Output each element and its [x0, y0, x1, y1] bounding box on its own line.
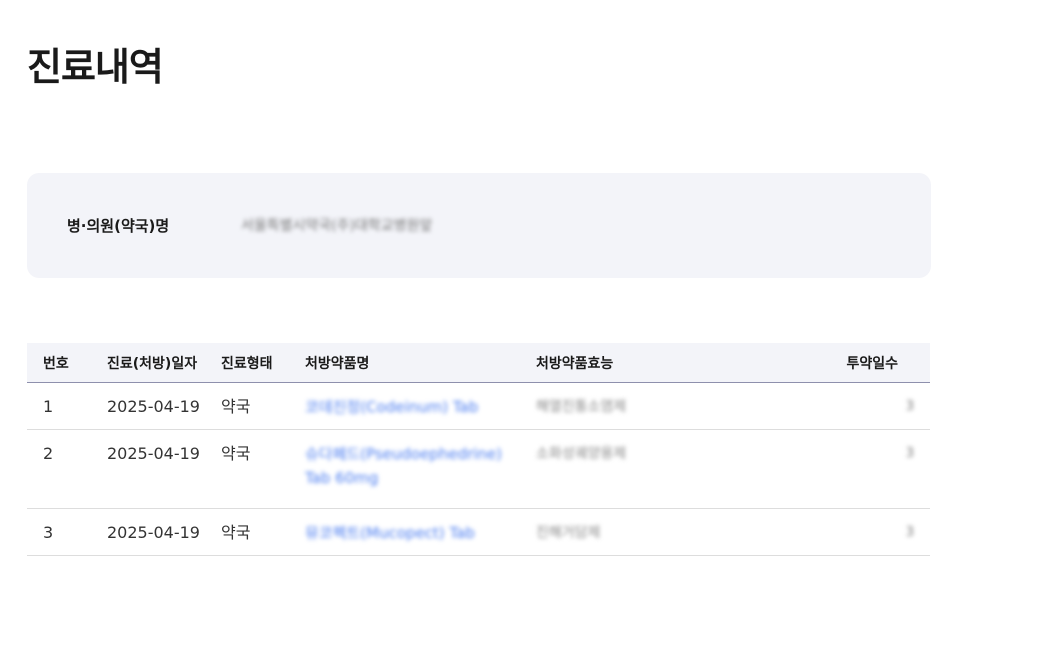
cell-drug[interactable]: 슈다페드(Pseudoephedrine) Tab 60mg [289, 429, 520, 509]
page-title: 진료내역 [27, 45, 164, 89]
days-value: 3 [905, 399, 914, 414]
cell-no: 3 [27, 508, 91, 556]
cell-type: 약국 [205, 382, 289, 430]
drug-name-link[interactable]: 뮤코펙트(Mucopect) Tab [305, 521, 475, 545]
cell-drug[interactable]: 뮤코펙트(Mucopect) Tab [289, 508, 520, 556]
cell-days: 3 [750, 382, 930, 430]
provider-name-blurred: 서울특별시약국(주)대학교병원앞 [241, 218, 433, 234]
cell-days: 3 [750, 429, 930, 509]
cell-date: 2025-04-19 [91, 429, 205, 509]
cell-effect: 소화성궤양용제 [520, 429, 750, 509]
header-no: 번호 [27, 343, 91, 383]
header-days: 투약일수 [750, 343, 930, 383]
table-row: 1 2025-04-19 약국 코데진정(Codeinum) Tab 해열진통소… [27, 382, 930, 430]
table-row: 2 2025-04-19 약국 슈다페드(Pseudoephedrine) Ta… [27, 429, 930, 509]
cell-no: 2 [27, 429, 91, 509]
table-header-row: 번호 진료(처방)일자 진료형태 처방약품명 처방약품효능 투약일수 [27, 343, 930, 383]
treatment-history-table: 번호 진료(처방)일자 진료형태 처방약품명 처방약품효능 투약일수 1 202… [27, 343, 930, 556]
cell-effect: 진해거담제 [520, 508, 750, 556]
cell-drug[interactable]: 코데진정(Codeinum) Tab [289, 382, 520, 430]
drug-name-link[interactable]: 코데진정(Codeinum) Tab [305, 395, 478, 419]
drug-effect-text: 소화성궤양용제 [536, 446, 627, 462]
header-drug: 처방약품명 [289, 343, 520, 383]
provider-label: 병·의원(약국)명 [67, 217, 170, 235]
cell-type: 약국 [205, 429, 289, 509]
provider-info-box: 병·의원(약국)명 서울특별시약국(주)대학교병원앞 [27, 173, 931, 278]
cell-date: 2025-04-19 [91, 508, 205, 556]
cell-effect: 해열진통소염제 [520, 382, 750, 430]
header-date: 진료(처방)일자 [91, 343, 205, 383]
days-value: 3 [905, 525, 914, 540]
drug-effect-text: 진해거담제 [536, 525, 601, 541]
table-row: 3 2025-04-19 약국 뮤코펙트(Mucopect) Tab 진해거담제… [27, 508, 930, 556]
cell-type: 약국 [205, 508, 289, 556]
drug-effect-text: 해열진통소염제 [536, 399, 627, 415]
header-effect: 처방약품효능 [520, 343, 750, 383]
cell-no: 1 [27, 382, 91, 430]
page: 진료내역 병·의원(약국)명 서울특별시약국(주)대학교병원앞 번호 진료(처방… [0, 0, 1050, 655]
cell-date: 2025-04-19 [91, 382, 205, 430]
header-type: 진료형태 [205, 343, 289, 383]
drug-name-link[interactable]: 슈다페드(Pseudoephedrine) Tab 60mg [305, 442, 505, 490]
cell-days: 3 [750, 508, 930, 556]
days-value: 3 [905, 446, 914, 461]
